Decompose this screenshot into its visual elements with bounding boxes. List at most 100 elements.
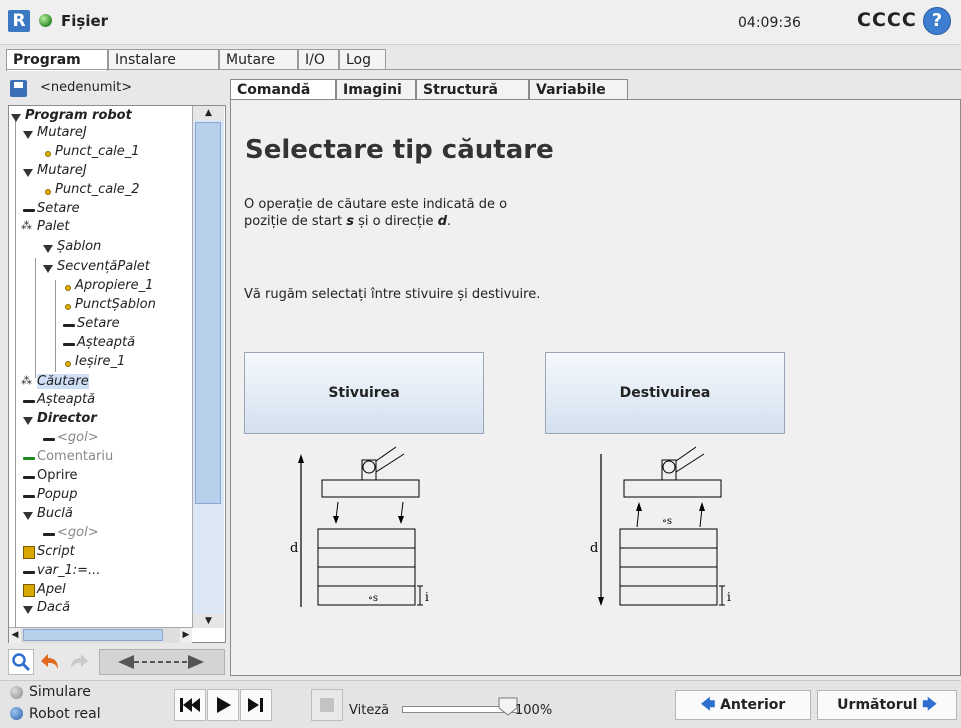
destack-button[interactable]: Destivuirea	[545, 352, 785, 434]
tree-item[interactable]: Popup	[37, 487, 78, 502]
tree-item[interactable]: <gol>	[57, 430, 99, 445]
tab-comanda[interactable]: Comandă	[230, 79, 336, 99]
step-button[interactable]	[240, 689, 272, 721]
position-symbol: s	[346, 214, 355, 229]
scroll-up-button[interactable]: ▲	[193, 106, 224, 120]
tab-program[interactable]: Program	[6, 49, 108, 71]
clock: 04:09:36	[738, 15, 801, 31]
tree-item[interactable]: Punct_cale_1	[55, 144, 140, 159]
ur-logo-icon[interactable]: R	[8, 10, 30, 32]
tree-item[interactable]: Șablon	[57, 239, 101, 254]
empty-icon	[43, 533, 55, 536]
tree-item[interactable]: Director	[37, 411, 97, 426]
tree-vertical-scrollbar[interactable]: ▲ ▼	[192, 106, 224, 628]
tree-item[interactable]: MutareJ	[37, 125, 87, 140]
scroll-thumb[interactable]	[23, 629, 163, 641]
tab-structura[interactable]: Structură	[416, 79, 529, 99]
tree-item[interactable]: Comentariu	[37, 449, 113, 464]
simulation-radio[interactable]	[10, 686, 23, 699]
top-bar	[0, 0, 961, 45]
expand-icon[interactable]	[23, 169, 33, 177]
tree-item[interactable]: Oprire	[37, 468, 78, 483]
scroll-left-button[interactable]: ◀	[9, 628, 21, 643]
tab-io[interactable]: I/O	[298, 49, 339, 69]
tree-item[interactable]: Setare	[77, 316, 120, 331]
expand-icon[interactable]	[23, 606, 33, 614]
help-icon[interactable]: ?	[923, 7, 951, 35]
tree-item[interactable]: Setare	[37, 201, 80, 216]
tree-guide-line	[55, 280, 56, 372]
undo-button[interactable]	[37, 649, 63, 675]
play-button[interactable]	[207, 689, 239, 721]
tab-mutare[interactable]: Mutare	[219, 49, 298, 69]
redo-icon	[71, 654, 88, 669]
tree-item[interactable]: <gol>	[57, 525, 99, 540]
arrow-right-icon: 🡆	[922, 697, 937, 713]
tree-item-selected[interactable]: Căutare	[37, 374, 89, 389]
tree-item[interactable]: PunctȘablon	[75, 297, 156, 312]
scroll-down-button[interactable]: ▼	[193, 614, 224, 628]
tree-item[interactable]: Script	[37, 544, 75, 559]
previous-button[interactable]: 🡄 Anterior	[675, 690, 811, 720]
redo-button[interactable]	[66, 649, 92, 675]
expand-icon[interactable]	[43, 245, 53, 253]
diagram-s-marker: ∘s	[662, 516, 672, 527]
move-arrows-icon	[118, 655, 204, 669]
tree-item[interactable]: SecvențăPalet	[57, 259, 150, 274]
save-icon[interactable]	[10, 80, 27, 97]
tree-horizontal-scrollbar[interactable]: ◀ ▶	[9, 627, 192, 643]
stop-button[interactable]	[311, 689, 343, 721]
diagram-i-label: i	[727, 590, 731, 604]
set-icon	[23, 209, 35, 212]
undo-icon	[41, 654, 58, 669]
direction-symbol: d	[437, 214, 447, 229]
scroll-thumb[interactable]	[195, 122, 221, 504]
script-icon	[23, 546, 35, 559]
tree-item[interactable]: Palet	[37, 219, 70, 234]
search-button[interactable]	[8, 649, 34, 675]
description-text: .	[447, 214, 452, 229]
step-icon	[248, 698, 263, 712]
tree-guide-line	[15, 120, 16, 640]
real-robot-radio[interactable]	[10, 707, 23, 720]
real-robot-label[interactable]: Robot real	[29, 706, 101, 722]
tree-item[interactable]: Așteaptă	[77, 335, 135, 350]
halt-icon	[23, 476, 35, 479]
tree-guide-line	[35, 258, 36, 378]
tab-imagini[interactable]: Imagini	[336, 79, 416, 99]
tree-item[interactable]: Punct_cale_2	[55, 182, 140, 197]
expand-icon[interactable]	[23, 512, 33, 520]
scroll-right-button[interactable]: ▶	[180, 628, 192, 643]
rewind-button[interactable]	[174, 689, 206, 721]
next-button[interactable]: Următorul 🡆	[817, 690, 957, 720]
expand-icon[interactable]	[23, 131, 33, 139]
waypoint-icon	[65, 285, 71, 291]
tree-item[interactable]: Buclă	[37, 506, 73, 521]
tree-item[interactable]: var_1:=...	[37, 563, 100, 578]
tab-variabile[interactable]: Variabile	[529, 79, 628, 99]
empty-icon	[43, 438, 55, 441]
tab-log[interactable]: Log	[339, 49, 386, 69]
popup-icon	[23, 495, 35, 498]
tree-item[interactable]: Program robot	[25, 108, 132, 123]
tree-item[interactable]: MutareJ	[37, 163, 87, 178]
stack-button[interactable]: Stivuirea	[244, 352, 484, 434]
tree-item[interactable]: Apel	[37, 582, 66, 597]
move-node-button[interactable]	[99, 649, 225, 675]
tree-item[interactable]: Apropiere_1	[75, 278, 153, 293]
expand-icon[interactable]	[43, 265, 53, 273]
description-line-2: poziție de start s și o direcție d.	[244, 214, 451, 229]
wait-icon	[63, 343, 75, 346]
next-label: Următorul	[837, 697, 918, 713]
expand-icon[interactable]	[23, 417, 33, 425]
tab-instalare[interactable]: Instalare	[108, 49, 219, 69]
play-icon	[217, 697, 231, 713]
file-menu[interactable]: Fișier	[61, 12, 108, 30]
tree-item[interactable]: Dacă	[37, 600, 70, 615]
wait-icon	[23, 400, 35, 403]
simulation-label[interactable]: Simulare	[29, 684, 91, 700]
tree-item[interactable]: Așteaptă	[37, 392, 95, 407]
expand-icon[interactable]	[11, 114, 21, 122]
tree-item[interactable]: Ieșire_1	[75, 354, 125, 369]
file-status-icon	[39, 14, 52, 27]
